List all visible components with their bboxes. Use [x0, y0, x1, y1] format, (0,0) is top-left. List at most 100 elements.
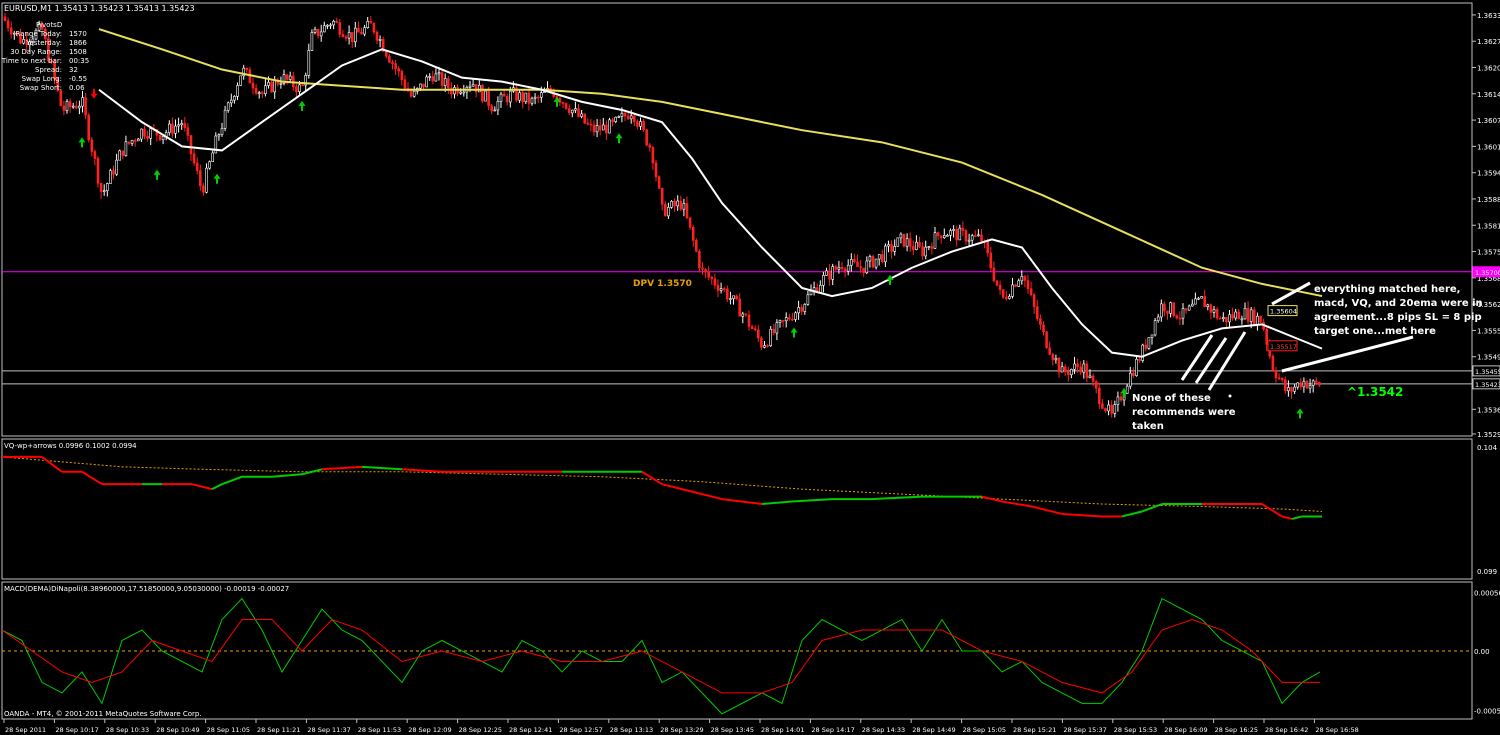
price-tick-label: 1.36270 [1477, 38, 1500, 46]
candle-body [130, 140, 134, 144]
candle-body [1218, 317, 1222, 320]
candle-body [818, 285, 822, 293]
pivot-row-label: Swap Short: [20, 84, 62, 92]
svg-text:agreement...8 pips SL = 8 pip: agreement...8 pips SL = 8 pip [1314, 312, 1482, 323]
candle-body [6, 20, 10, 29]
candle-body [1178, 317, 1182, 320]
candle-body [360, 31, 363, 35]
candle-body [1060, 366, 1064, 373]
candle-body [778, 320, 782, 323]
candle-body [1082, 363, 1086, 373]
candle-body [1234, 311, 1237, 319]
trading-chart[interactable]: 1.36335 1.36270 1.36205 1.36140 1.36075 1.360… [0, 0, 1500, 735]
candle-body [595, 125, 599, 133]
candle-body [760, 337, 763, 348]
candle-body [629, 115, 633, 120]
candle-body [403, 79, 407, 89]
candle-body [477, 85, 481, 93]
candle-body [375, 31, 379, 41]
pivot-row-label: Yesterday: [25, 39, 62, 47]
candle-body [648, 144, 652, 148]
candle-body [561, 102, 565, 104]
candle-body [369, 20, 373, 24]
macd-tick-label: -0.00057 [1474, 708, 1500, 716]
candle-body [583, 113, 587, 124]
candle-body [822, 275, 825, 286]
candle-body [1256, 315, 1259, 325]
candle-body [205, 167, 208, 193]
time-tick-label: 28 Sep 13:45 [711, 726, 754, 734]
candle-body [378, 39, 382, 41]
candle-body [1088, 375, 1092, 378]
candle-body [797, 307, 800, 314]
candle-body [1119, 396, 1123, 401]
candle-body [431, 76, 435, 82]
candle-body [487, 90, 490, 106]
candle-body [1228, 314, 1231, 323]
candle-body [1271, 355, 1275, 371]
candle-body [81, 97, 84, 107]
candle-body [118, 150, 121, 161]
time-tick-label: 28 Sep 14:17 [811, 726, 854, 734]
candle-body [1116, 396, 1120, 405]
candle-body [577, 108, 580, 117]
candle-body [651, 147, 655, 164]
time-tick-label: 28 Sep 10:49 [156, 726, 199, 734]
candle-body [363, 27, 366, 35]
candle-body [949, 230, 952, 236]
candle-body [1163, 303, 1166, 312]
candle-body [942, 235, 946, 239]
candle-body [834, 266, 838, 270]
candle-body [1138, 358, 1141, 361]
candle-body [1017, 280, 1021, 287]
candle-body [115, 159, 118, 175]
candle-body [673, 201, 676, 207]
candle-body [580, 113, 583, 117]
price-label-text: 1.35517 [1270, 343, 1297, 351]
time-tick-label: 28 Sep 15:53 [1114, 726, 1157, 734]
candle-body [493, 109, 497, 112]
candle-body [874, 258, 878, 268]
candle-body [177, 124, 180, 127]
candle-body [924, 246, 928, 257]
candle-body [1008, 296, 1011, 299]
candle-body [1113, 404, 1117, 414]
candle-body [918, 241, 921, 247]
candle-body [769, 328, 773, 346]
candle-body [329, 24, 332, 27]
candle-body [106, 183, 109, 191]
candle-body [955, 228, 959, 241]
time-tick-label: 28 Sep 16:25 [1215, 726, 1258, 734]
candle-body [220, 128, 224, 135]
candle-body [763, 345, 766, 348]
candle-body [856, 261, 859, 267]
candle-body [1156, 316, 1160, 321]
vq-tick-label: 0.104 [1477, 444, 1498, 452]
candle-body [518, 92, 521, 101]
vq-title: VQ-wp+arrows 0.0996 0.1002 0.0994 [4, 442, 137, 450]
candle-body [902, 233, 906, 247]
candle-body [109, 170, 112, 184]
candle-body [1070, 369, 1073, 376]
candle-body [1181, 308, 1185, 319]
candle-body [905, 238, 909, 247]
candle-body [791, 318, 794, 321]
candle-body [660, 187, 664, 205]
candle-body [849, 259, 853, 266]
candle-body [137, 138, 140, 142]
pivot-row-value: 1866 [69, 39, 87, 47]
candle-body [725, 288, 729, 300]
time-tick-label: 28 Sep 14:49 [912, 726, 955, 734]
candle-body [341, 34, 345, 38]
pivot-row-label: Range Today: [15, 30, 62, 38]
candle-body [1231, 314, 1234, 319]
candle-body [62, 105, 66, 111]
candle-body [1240, 318, 1244, 321]
candle-body [530, 97, 534, 104]
time-tick-label: 28 Sep 12:09 [408, 726, 451, 734]
candle-body [794, 312, 797, 320]
candle-body [78, 105, 81, 109]
candle-body [710, 276, 714, 280]
candle-body [626, 115, 630, 120]
candle-body [601, 124, 605, 131]
